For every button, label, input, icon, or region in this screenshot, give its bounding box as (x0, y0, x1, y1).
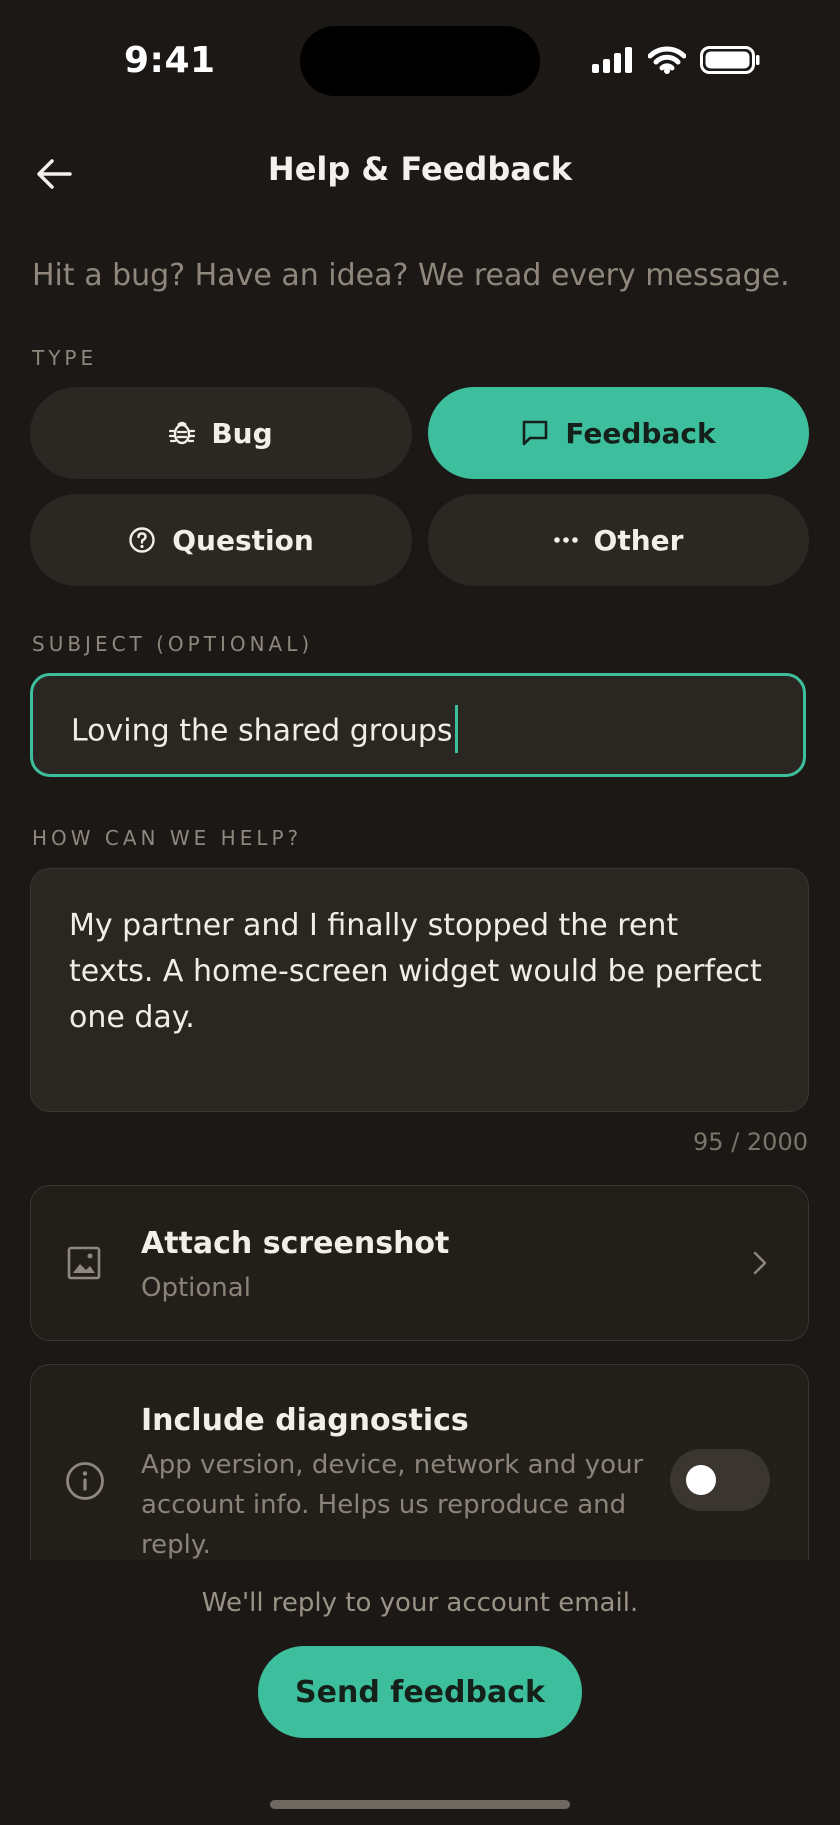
message-textarea[interactable]: My partner and I finally stopped the ren… (30, 868, 809, 1112)
type-option-label: Feedback (565, 416, 716, 450)
type-option-label: Other (593, 523, 684, 557)
bottom-bar: We'll reply to your account email. Send … (0, 1560, 840, 1825)
message-icon (523, 420, 548, 446)
diagnostics-toggle[interactable] (670, 1449, 770, 1511)
type-option-label: Bug (211, 416, 273, 450)
subject-label: SUBJECT (OPTIONAL) (32, 632, 314, 656)
header: Help & Feedback (0, 140, 840, 204)
type-option-other[interactable]: Other (428, 494, 809, 586)
type-label: TYPE (32, 346, 98, 370)
subject-value: Loving the shared groups (71, 713, 453, 749)
message-value: My partner and I finally stopped the ren… (69, 908, 762, 1035)
home-indicator (270, 1800, 570, 1809)
chevron-right-icon (753, 1251, 767, 1275)
toggle-knob (686, 1465, 716, 1495)
more-icon (553, 537, 578, 543)
status-bar: 9:41 (0, 0, 840, 120)
subject-value-wrap: Loving the shared groups (71, 705, 458, 756)
subject-input[interactable]: Loving the shared groups (30, 673, 806, 777)
diagnostics-description: App version, device, network and your ac… (141, 1450, 644, 1560)
info-icon (66, 1462, 104, 1500)
attach-screenshot-row[interactable]: Attach screenshot Optional (30, 1185, 809, 1341)
image-icon (67, 1246, 101, 1280)
type-option-question[interactable]: Question (30, 494, 412, 586)
status-icons (592, 46, 760, 74)
attach-title: Attach screenshot (141, 1226, 450, 1261)
message-label: HOW CAN WE HELP? (32, 826, 303, 850)
diagnostics-title: Include diagnostics (141, 1403, 469, 1438)
type-option-label: Question (172, 523, 314, 557)
type-option-feedback[interactable]: Feedback (428, 387, 809, 479)
bug-icon (169, 421, 196, 445)
dynamic-island (300, 26, 540, 96)
attach-subtitle: Optional (141, 1273, 251, 1303)
battery-icon (700, 46, 760, 74)
text-cursor (454, 705, 458, 753)
intro-text: Hit a bug? Have an idea? We read every m… (32, 258, 790, 293)
wifi-icon (648, 46, 686, 74)
character-counter: 95 / 2000 (693, 1128, 808, 1156)
status-time: 9:41 (124, 40, 216, 81)
page-title: Help & Feedback (267, 150, 573, 188)
cellular-signal-icon (592, 47, 632, 73)
type-option-bug[interactable]: Bug (30, 387, 412, 479)
send-feedback-button[interactable]: Send feedback (258, 1646, 582, 1738)
question-icon (129, 527, 155, 553)
reply-note: We'll reply to your account email. (201, 1588, 639, 1618)
